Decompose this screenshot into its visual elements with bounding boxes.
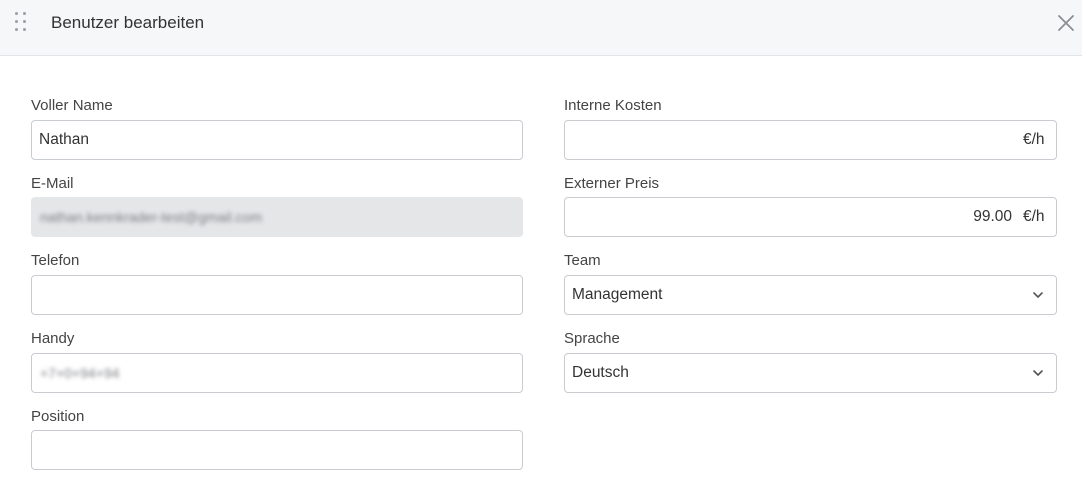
team-select-value: Management [572, 286, 663, 303]
email-value: nathan.kennkrader-test@gmail.com [40, 209, 262, 225]
phone-input[interactable] [31, 275, 523, 315]
team-label: Team [564, 252, 601, 269]
internal-cost-suffix: €/h [1023, 131, 1045, 148]
chevron-down-icon [1033, 370, 1043, 376]
mobile-label: Handy [31, 330, 75, 347]
phone-label: Telefon [31, 252, 80, 269]
language-select[interactable]: Deutsch [564, 353, 1057, 393]
external-price-label: Externer Preis [564, 175, 660, 192]
close-button[interactable] [1056, 13, 1076, 33]
dialog-title: Benutzer bearbeiten [51, 13, 205, 32]
external-price-suffix: €/h [1023, 208, 1045, 225]
edit-user-dialog: Benutzer bearbeiten Voller Name E-Mail n… [0, 0, 1082, 490]
drag-handle-icon[interactable] [15, 12, 27, 32]
dialog-header: Benutzer bearbeiten [0, 0, 1082, 56]
full-name-label: Voller Name [31, 97, 113, 114]
chevron-down-icon [1033, 292, 1043, 298]
close-icon [1058, 15, 1074, 31]
team-select[interactable]: Management [564, 275, 1057, 315]
email-label: E-Mail [31, 175, 74, 192]
language-label: Sprache [564, 330, 620, 347]
internal-cost-label: Interne Kosten [564, 97, 662, 114]
full-name-input[interactable] [31, 120, 523, 160]
language-select-value: Deutsch [572, 364, 629, 381]
position-label: Position [31, 408, 85, 425]
mobile-input[interactable]: +7+0+94+94 [31, 353, 523, 393]
external-price-input[interactable] [564, 197, 1057, 237]
email-field: nathan.kennkrader-test@gmail.com [31, 197, 523, 237]
position-input[interactable] [31, 430, 523, 470]
mobile-value: +7+0+94+94 [40, 365, 120, 381]
internal-cost-input[interactable] [564, 120, 1057, 160]
